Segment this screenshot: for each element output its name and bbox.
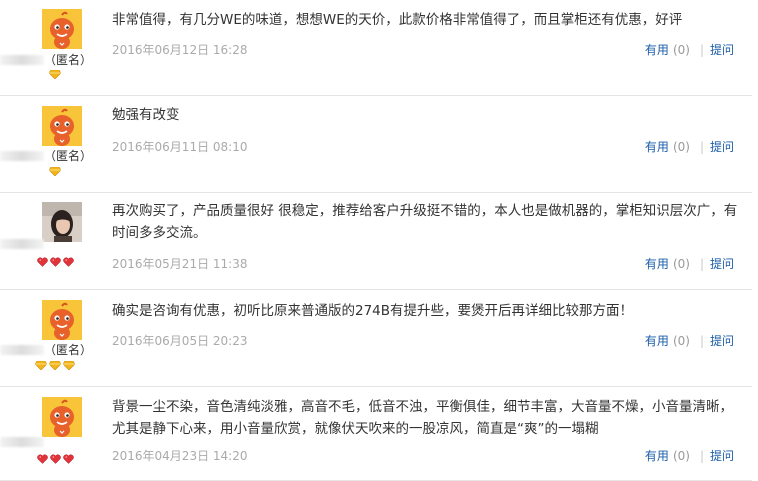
- gold-diamond-icon: [34, 360, 48, 371]
- masked-username: [0, 344, 44, 355]
- user-name: （匿名）: [0, 147, 110, 164]
- useful-button[interactable]: 有用: [645, 43, 669, 57]
- useful-count: (0): [672, 140, 690, 154]
- review-item: 再次购买了，产品质量很好 很稳定，推荐给客户升级挺不错的，本人也是做机器的，掌柜…: [0, 194, 752, 290]
- ask-question-button[interactable]: 提问: [710, 449, 734, 463]
- buyer-level-badge: [0, 69, 110, 80]
- review-list: （匿名） 非常值得，有几分WE的味道，想想WE的天价，此款价格非常值得了，而且掌柜…: [0, 0, 758, 481]
- anonymous-label: （匿名）: [44, 149, 93, 163]
- review-item: 背景一尘不染，音色清纯淡雅，高音不毛，低音不浊，平衡俱佳，细节丰富，大音量不燥，…: [0, 388, 752, 481]
- user-avatar[interactable]: [42, 106, 82, 146]
- review-date: 2016年04月23日 14:20: [112, 449, 248, 463]
- action-divider: |: [699, 257, 704, 271]
- useful-count: (0): [672, 43, 690, 57]
- useful-count: (0): [672, 334, 690, 348]
- action-divider: |: [699, 449, 704, 463]
- review-date: 2016年05月21日 11:38: [112, 257, 248, 271]
- ask-question-button[interactable]: 提问: [710, 140, 734, 154]
- ask-question-button[interactable]: 提问: [710, 257, 734, 271]
- review-date: 2016年06月05日 20:23: [112, 334, 248, 348]
- useful-button[interactable]: 有用: [645, 334, 669, 348]
- review-item: （匿名） 勉强有改变 2016年06月11日 08:10 有用 (0) | 提问: [0, 97, 752, 193]
- useful-button[interactable]: 有用: [645, 257, 669, 271]
- masked-username: [0, 238, 44, 249]
- review-actions: 有用 (0) | 提问: [645, 447, 734, 464]
- red-heart-icon: [49, 257, 61, 267]
- user-name: （匿名）: [0, 51, 110, 68]
- buyer-level-badge: [0, 166, 110, 177]
- red-heart-icon: [36, 257, 48, 267]
- ask-question-button[interactable]: 提问: [710, 334, 734, 348]
- review-text: 勉强有改变: [112, 107, 180, 123]
- review-text: 非常值得，有几分WE的味道，想想WE的天价，此款价格非常值得了，而且掌柜还有优惠…: [112, 12, 683, 28]
- ask-question-button[interactable]: 提问: [710, 43, 734, 57]
- anonymous-label: （匿名）: [44, 53, 93, 67]
- review-text: 确实是咨询有优惠，初听比原来普通版的274B有提升些，要煲开后再详细比较那方面！: [112, 303, 634, 319]
- buyer-level-badge: [0, 454, 110, 464]
- review-text: 背景一尘不染，音色清纯淡雅，高音不毛，低音不浊，平衡俱佳，细节丰富，大音量不燥，…: [112, 399, 733, 437]
- review-actions: 有用 (0) | 提问: [645, 41, 734, 58]
- masked-username: [0, 54, 44, 65]
- red-heart-icon: [62, 257, 74, 267]
- buyer-level-badge: [0, 360, 110, 371]
- gold-diamond-icon: [48, 166, 62, 177]
- useful-count: (0): [672, 257, 690, 271]
- user-avatar[interactable]: [42, 9, 82, 49]
- user-avatar[interactable]: [42, 300, 82, 340]
- user-name: [0, 236, 110, 251]
- review-item: （匿名） 确实是咨询有优惠，初听比原来普通版的274B有提升些，要煲开后再详细比较…: [0, 291, 752, 387]
- useful-button[interactable]: 有用: [645, 140, 669, 154]
- review-actions: 有用 (0) | 提问: [645, 332, 734, 349]
- red-heart-icon: [62, 454, 74, 464]
- user-name: [0, 434, 110, 449]
- anonymous-label: （匿名）: [44, 343, 93, 357]
- red-heart-icon: [36, 454, 48, 464]
- buyer-level-badge: [0, 257, 110, 267]
- review-text: 再次购买了，产品质量很好 很稳定，推荐给客户升级挺不错的，本人也是做机器的，掌柜…: [112, 203, 738, 241]
- review-date: 2016年06月12日 16:28: [112, 43, 248, 57]
- review-actions: 有用 (0) | 提问: [645, 255, 734, 272]
- review-item: （匿名） 非常值得，有几分WE的味道，想想WE的天价，此款价格非常值得了，而且掌柜…: [0, 0, 752, 96]
- review-actions: 有用 (0) | 提问: [645, 138, 734, 155]
- action-divider: |: [699, 43, 704, 57]
- review-date: 2016年06月11日 08:10: [112, 140, 248, 154]
- useful-count: (0): [672, 449, 690, 463]
- red-heart-icon: [49, 454, 61, 464]
- action-divider: |: [699, 140, 704, 154]
- user-avatar[interactable]: [42, 397, 82, 437]
- action-divider: |: [699, 334, 704, 348]
- gold-diamond-icon: [48, 360, 62, 371]
- gold-diamond-icon: [48, 69, 62, 80]
- useful-button[interactable]: 有用: [645, 449, 669, 463]
- user-name: （匿名）: [0, 341, 110, 358]
- gold-diamond-icon: [62, 360, 76, 371]
- masked-username: [0, 150, 44, 161]
- masked-username: [0, 436, 44, 447]
